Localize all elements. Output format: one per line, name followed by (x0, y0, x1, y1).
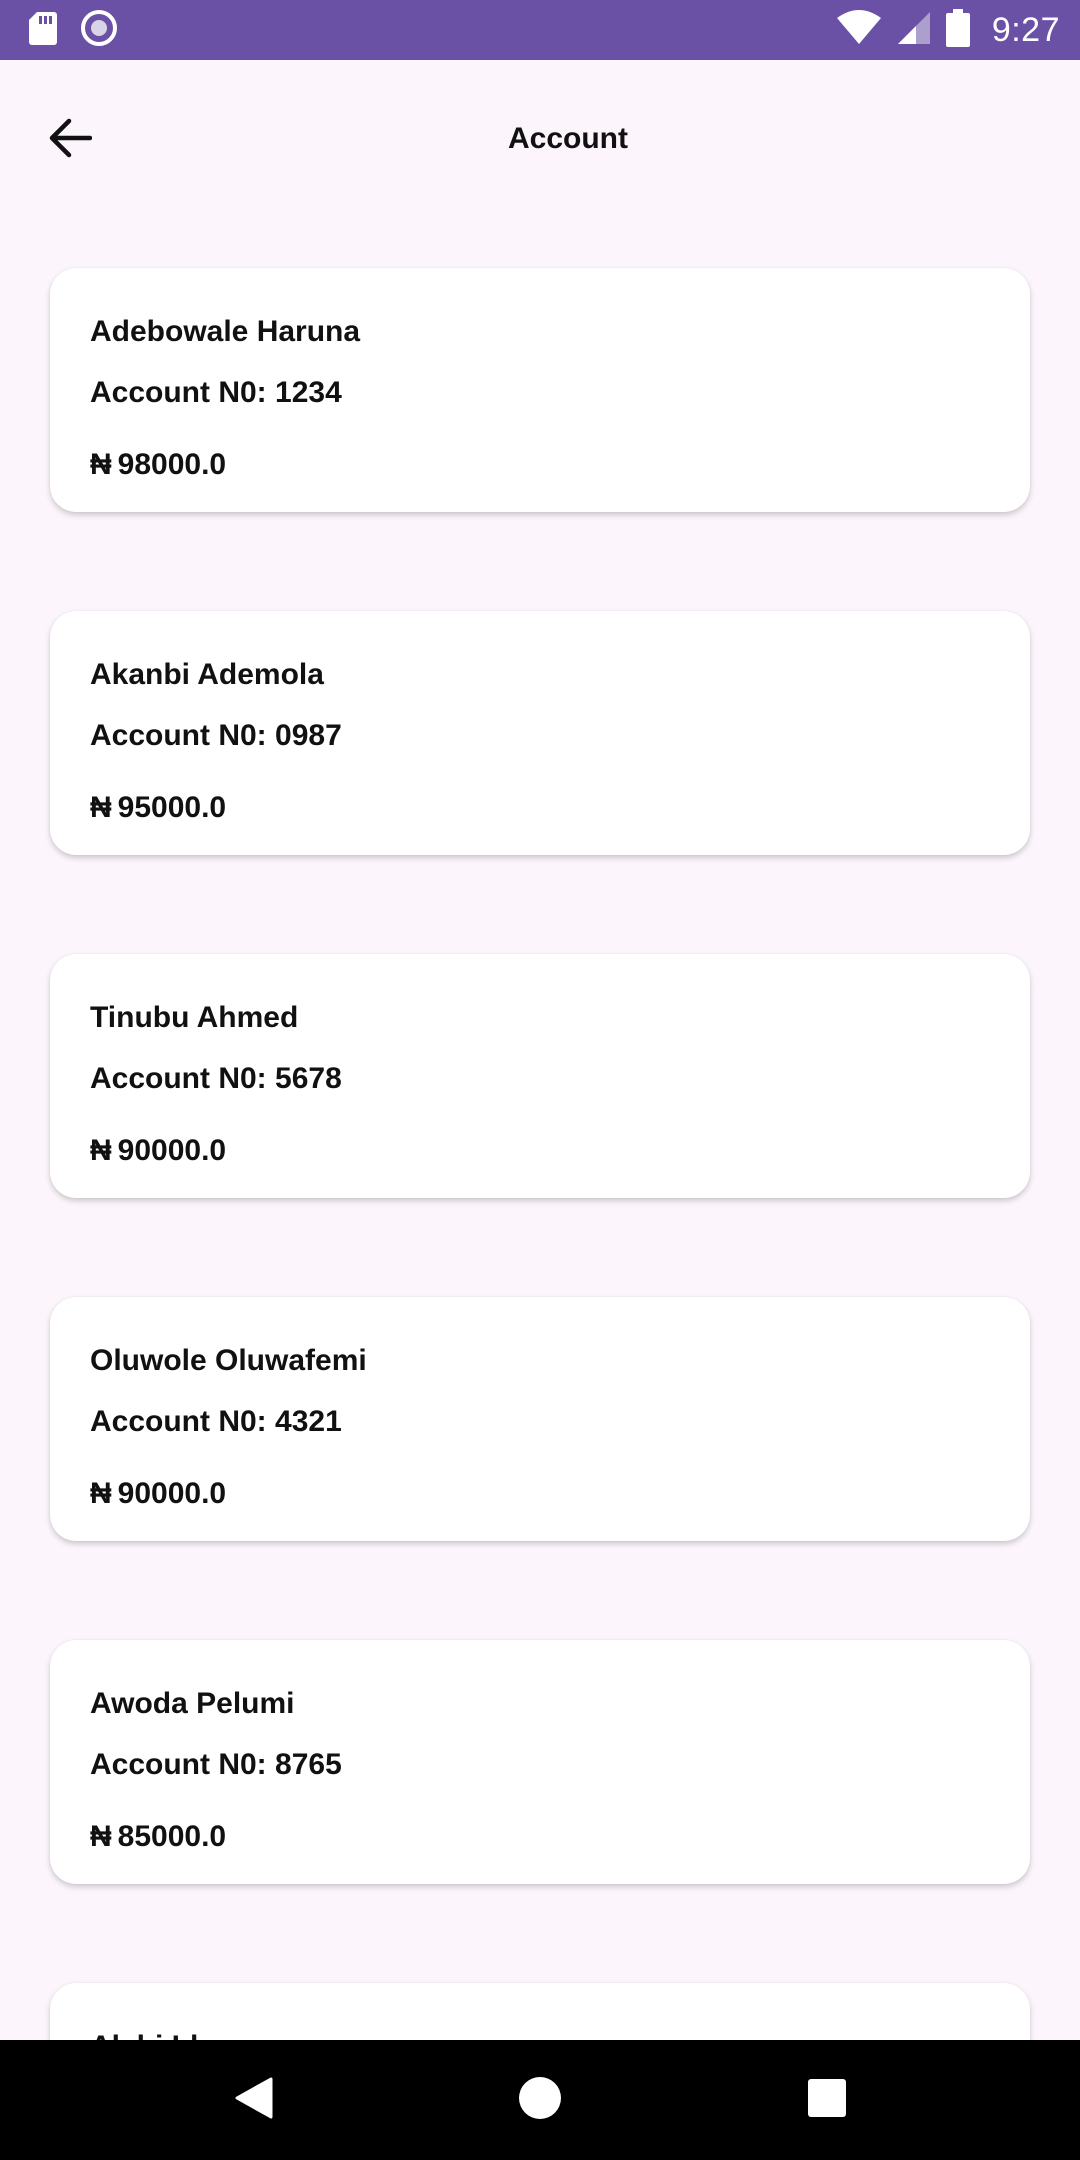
nav-recents-button[interactable] (782, 2055, 872, 2145)
account-balance: ₦ 95000.0 (90, 777, 1030, 838)
system-nav-bar (0, 2040, 1080, 2160)
account-card[interactable]: Akanbi Ademola Account N0: 0987 ₦ 95000.… (50, 611, 1030, 855)
screen: 9:27 Account Adebowale Haruna Account N0… (0, 0, 1080, 2160)
page-title: Account (508, 122, 628, 155)
app-bar: Account (0, 60, 1080, 220)
status-left-icons (28, 9, 118, 52)
account-name: Oluwole Oluwafemi (90, 1344, 367, 1377)
currency-symbol: ₦ (90, 1819, 112, 1853)
sd-card-icon (28, 10, 58, 51)
account-name: Tinubu Ahmed (90, 1001, 299, 1034)
home-circle-icon (518, 2076, 562, 2125)
status-time: 9:27 (991, 10, 1060, 49)
balance-value: 95000.0 (117, 790, 227, 824)
recents-square-icon (807, 2078, 847, 2123)
account-balance: ₦ 98000.0 (90, 434, 1030, 495)
account-card[interactable]: Tinubu Ahmed Account N0: 5678 ₦ 90000.0 (50, 954, 1030, 1198)
back-triangle-icon (231, 2075, 275, 2126)
balance-value: 90000.0 (117, 1476, 227, 1510)
account-balance: ₦ 90000.0 (90, 1120, 1030, 1181)
account-balance: ₦ 90000.0 (90, 1463, 1030, 1524)
balance-value: 90000.0 (117, 1133, 227, 1167)
account-name: Akanbi Ademola (90, 658, 324, 691)
battery-icon (945, 8, 970, 52)
account-number: Account N0: 1234 (90, 376, 342, 409)
signal-icon (896, 10, 932, 51)
nav-home-button[interactable] (495, 2055, 585, 2145)
currency-symbol: ₦ (90, 1133, 112, 1167)
account-card[interactable]: Adebowale Haruna Account N0: 1234 ₦ 9800… (50, 268, 1030, 512)
currency-symbol: ₦ (90, 447, 112, 481)
nav-back-button[interactable] (208, 2055, 298, 2145)
account-balance: ₦ 85000.0 (90, 1806, 1030, 1867)
radio-button-icon (80, 9, 118, 52)
wifi-icon (836, 9, 882, 51)
account-name: Adebowale Haruna (90, 315, 361, 348)
currency-symbol: ₦ (90, 1476, 112, 1510)
balance-value: 85000.0 (117, 1819, 227, 1853)
currency-symbol: ₦ (90, 790, 112, 824)
status-right-icons: 9:27 (836, 8, 1060, 52)
account-number: Account N0: 8765 (90, 1748, 342, 1781)
balance-value: 98000.0 (117, 447, 227, 481)
account-number: Account N0: 4321 (90, 1405, 342, 1438)
status-bar: 9:27 (0, 0, 1080, 60)
account-number: Account N0: 0987 (90, 719, 342, 752)
account-number: Account N0: 5678 (90, 1062, 342, 1095)
account-card[interactable]: Oluwole Oluwafemi Account N0: 4321 ₦ 900… (50, 1297, 1030, 1541)
account-name: Awoda Pelumi (90, 1687, 295, 1720)
account-card[interactable]: Awoda Pelumi Account N0: 8765 ₦ 85000.0 (50, 1640, 1030, 1884)
